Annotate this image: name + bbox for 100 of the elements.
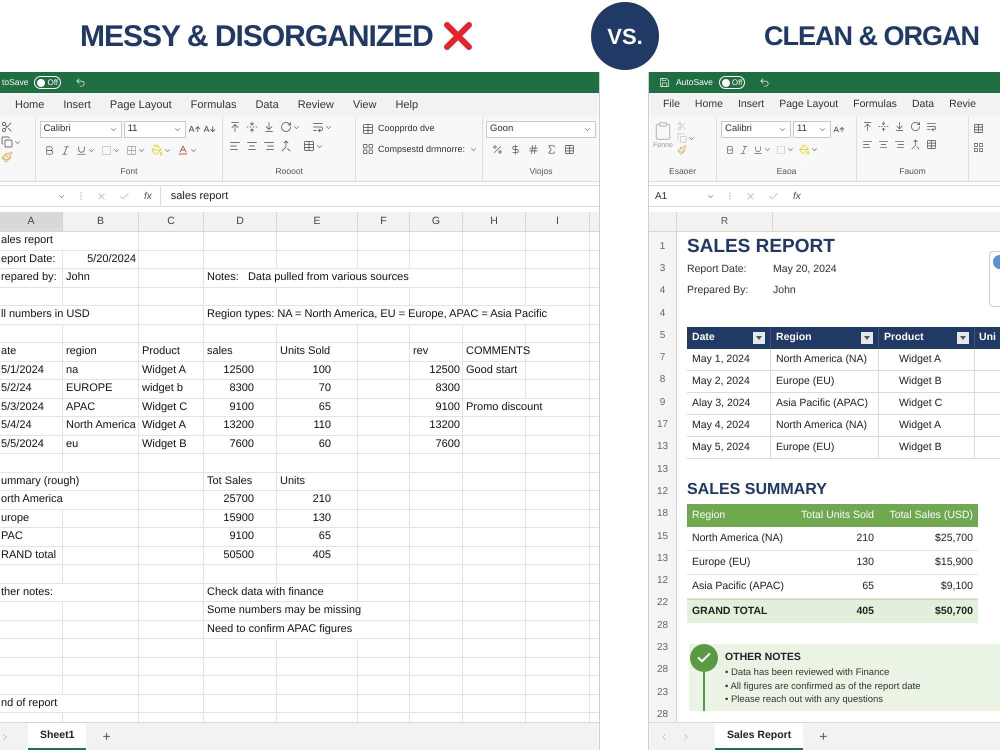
table-cell-text: $25,700	[934, 530, 974, 546]
align-right-icon[interactable]	[894, 139, 905, 150]
caret-icon	[810, 145, 819, 154]
menu-tab[interactable]: Revie	[949, 97, 976, 113]
menu-tab[interactable]: Review	[298, 96, 334, 114]
menu-tab[interactable]: File	[663, 97, 680, 113]
column-header[interactable]: G	[410, 212, 463, 231]
percent-icon[interactable]	[492, 144, 503, 155]
table-icon[interactable]	[564, 144, 575, 155]
menu-tab[interactable]: Help	[395, 96, 418, 114]
style-select[interactable]: Goon	[486, 121, 596, 138]
formula-input[interactable]: sales report	[160, 186, 599, 206]
column-header[interactable]: E	[277, 212, 358, 231]
italic-icon[interactable]	[739, 144, 749, 154]
bold-icon[interactable]	[44, 144, 55, 156]
menu-tab[interactable]: Insert	[738, 97, 764, 113]
menu-tab[interactable]: Page Layout	[110, 96, 172, 114]
table-icon[interactable]	[926, 139, 937, 150]
ribbon-command[interactable]: Compsestd drmnorre:	[378, 142, 466, 156]
dollar-icon[interactable]	[510, 144, 521, 155]
column-header[interactable]: H	[463, 212, 526, 231]
sheet-tab[interactable]: Sheet1	[28, 723, 86, 750]
font-size-select[interactable]: 11	[124, 121, 186, 138]
table-icon[interactable]	[303, 140, 316, 152]
merge-icon[interactable]	[280, 140, 292, 152]
menu-tab[interactable]: Formulas	[853, 97, 897, 113]
copy-icon[interactable]	[1, 136, 13, 148]
fill-color-icon[interactable]	[799, 144, 810, 155]
table-cell: North America (NA)	[771, 415, 879, 436]
font-size-select[interactable]: 11	[793, 121, 831, 138]
filter-button[interactable]	[753, 332, 765, 344]
sheet-tab[interactable]: Sales Report	[715, 723, 804, 750]
row-number: 23	[656, 686, 670, 700]
note-text: • All figures are confirmed as of the report date	[725, 680, 921, 693]
underline-icon[interactable]	[76, 144, 87, 156]
add-sheet-button[interactable]: +	[819, 726, 828, 747]
merge-icon[interactable]	[910, 139, 921, 150]
align-center-icon[interactable]	[246, 140, 258, 152]
italic-icon[interactable]	[60, 144, 71, 156]
save-icon[interactable]	[659, 77, 670, 88]
table-cell: Europe (EU)	[771, 371, 879, 392]
hash-icon[interactable]	[528, 144, 539, 155]
add-sheet-button[interactable]: +	[102, 726, 111, 747]
column-header[interactable]: B	[63, 212, 139, 231]
column-header[interactable]: D	[204, 212, 277, 231]
align-top-icon[interactable]	[229, 121, 242, 133]
undo-icon[interactable]	[759, 77, 770, 88]
align-left-icon[interactable]	[862, 139, 873, 150]
menu-tab[interactable]: Page Layout	[779, 97, 838, 113]
ribbon-command[interactable]: Coopprdo dve	[378, 122, 435, 136]
scissors-icon[interactable]	[1, 121, 13, 133]
insert-function-button[interactable]: fx	[144, 188, 152, 204]
autosave-toggle[interactable]: Off	[34, 76, 61, 89]
row-number: 9	[658, 396, 666, 410]
insert-function-button[interactable]: fx	[793, 188, 801, 204]
menu-tab[interactable]: Home	[694, 97, 723, 113]
rotate-icon[interactable]	[280, 121, 292, 133]
menu-tab[interactable]: Home	[15, 96, 44, 114]
sigma-icon[interactable]	[546, 144, 557, 155]
bold-icon[interactable]	[725, 144, 735, 154]
font-select[interactable]: Calibri	[721, 121, 791, 138]
column-header[interactable]: I	[526, 212, 590, 231]
align-top-icon[interactable]	[862, 121, 873, 132]
fill-color-icon[interactable]	[150, 144, 163, 156]
align-bottom-icon[interactable]	[263, 121, 276, 133]
undo-icon[interactable]	[75, 77, 86, 88]
font-color-icon[interactable]	[176, 144, 189, 156]
menu-tab[interactable]: Formulas	[190, 96, 236, 114]
align-left-icon[interactable]	[229, 140, 242, 152]
grid-icon[interactable]	[973, 142, 984, 153]
menu-tab[interactable]: Data	[255, 96, 279, 114]
grow-font-icon[interactable]	[833, 124, 845, 136]
column-header[interactable]: C	[139, 212, 204, 231]
font-select[interactable]: Calibri	[40, 121, 122, 138]
name-box[interactable]: A1	[649, 186, 721, 206]
group-label: Fauom	[899, 165, 926, 178]
menu-tab[interactable]: View	[352, 96, 376, 114]
wrap-text-icon[interactable]	[926, 121, 937, 132]
align-center-icon[interactable]	[878, 139, 889, 150]
table-cell: Asia Pacific (APAC)	[771, 393, 879, 414]
table-icon[interactable]	[362, 122, 374, 135]
menu-tab[interactable]: Insert	[63, 96, 91, 114]
align-middle-icon[interactable]	[246, 121, 258, 133]
align-middle-icon[interactable]	[878, 121, 889, 132]
column-header[interactable]: F	[358, 212, 410, 231]
menu-tab[interactable]: Data	[912, 97, 934, 113]
table-cell: May 1, 2024	[687, 349, 771, 370]
wrap-text-icon[interactable]	[312, 121, 324, 133]
align-bottom-icon[interactable]	[894, 121, 905, 132]
table-icon[interactable]	[973, 123, 984, 134]
grid-icon[interactable]	[362, 143, 374, 156]
filter-button[interactable]	[957, 332, 969, 344]
column-header[interactable]: A	[0, 212, 63, 231]
underline-icon[interactable]	[753, 144, 763, 154]
autosave-toggle[interactable]: Off	[718, 76, 746, 89]
align-right-icon[interactable]	[263, 140, 276, 152]
rotate-icon[interactable]	[910, 121, 921, 132]
clipboard-icon[interactable]	[653, 121, 673, 141]
headline: CLEAN & ORGAN	[764, 20, 979, 51]
filter-button[interactable]	[861, 332, 873, 344]
